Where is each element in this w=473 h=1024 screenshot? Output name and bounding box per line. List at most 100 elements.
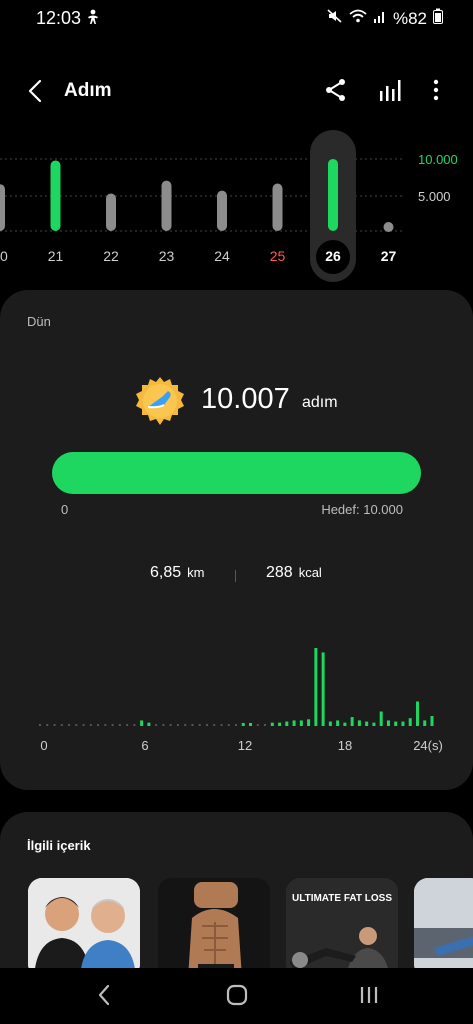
hourly-empty-dot [104, 724, 107, 726]
week-bar-25[interactable] [272, 183, 283, 231]
fitness-model-image [158, 878, 270, 978]
hourly-bar [372, 722, 376, 726]
hourly-steps-chart: 0 6 12 18 24(s) [39, 648, 443, 753]
hourly-empty-dot [235, 724, 237, 726]
calories-stat: 288 kcal [266, 564, 322, 582]
hourly-empty-dot [39, 724, 41, 726]
hourly-bar [423, 720, 427, 726]
distance-unit: km [187, 565, 205, 580]
hourly-empty-dot [198, 724, 201, 726]
status-time: 12:03 [36, 8, 82, 28]
nav-home-button[interactable] [224, 982, 250, 1008]
hourly-empty-dot [184, 724, 187, 726]
hourly-bar [241, 723, 245, 726]
page-title: Adım [64, 80, 112, 101]
hourly-bar [357, 720, 361, 726]
hourly-bar [386, 720, 390, 726]
stats-divider [235, 570, 236, 582]
hourly-bar [321, 652, 325, 726]
week-bar-24[interactable] [217, 190, 227, 231]
hourly-empty-dot [213, 724, 216, 726]
hourly-bar [343, 722, 347, 726]
hourly-tick-label: 18 [338, 738, 352, 753]
hourly-tick-label: 6 [141, 738, 148, 753]
more-options-button[interactable] [424, 76, 448, 104]
week-bar-20[interactable] [0, 184, 5, 231]
week-day-label-22[interactable]: 22 [103, 248, 119, 264]
related-thumbnail-1[interactable] [28, 878, 140, 978]
related-thumbnail-4[interactable] [414, 878, 473, 978]
hourly-tick-label: 12 [238, 738, 252, 753]
hourly-empty-dot [46, 724, 49, 726]
chevron-left-icon [28, 79, 42, 103]
battery-icon [433, 8, 443, 29]
signal-icon [373, 8, 387, 29]
back-button[interactable] [22, 76, 52, 106]
hourly-bar [336, 720, 340, 726]
thumbnail-3-caption: ULTIMATE FAT LOSS [292, 893, 392, 904]
hourly-bar [147, 722, 151, 726]
system-nav-bar [0, 968, 473, 1024]
hourly-empty-dot [53, 724, 56, 726]
weekly-steps-chart: 10.000 5.000 20 21 22 23 24 25 26 27 [0, 130, 458, 282]
week-day-label-25[interactable]: 25 [270, 248, 286, 264]
hourly-empty-dot [256, 724, 259, 726]
week-day-label-23[interactable]: 23 [159, 248, 175, 264]
week-day-label-24[interactable]: 24 [214, 248, 230, 264]
hourly-tick-label: 0 [40, 738, 47, 753]
app-bar: Adım [0, 68, 473, 114]
steps-progress-bar [52, 452, 421, 494]
week-bar-26[interactable] [328, 158, 338, 231]
hourly-bar [365, 721, 369, 726]
week-day-label-21[interactable]: 21 [48, 248, 64, 264]
hourly-empty-dot [97, 724, 100, 726]
living-room-image [414, 878, 473, 978]
related-thumbnail-2[interactable] [158, 878, 270, 978]
goal-label: Hedef: 10.000 [321, 502, 403, 517]
distance-value: 6,85 [150, 564, 182, 581]
week-bar-22[interactable] [106, 193, 116, 231]
mid-axis-label: 5.000 [418, 189, 451, 204]
hourly-empty-dot [68, 724, 71, 726]
stats-button[interactable] [376, 76, 404, 104]
hourly-bar [249, 723, 253, 726]
day-label: Dün [27, 314, 51, 329]
week-bar-23[interactable] [161, 180, 172, 231]
related-title: İlgili içerik [27, 838, 91, 853]
week-day-label-27[interactable]: 27 [381, 248, 397, 264]
hourly-bar [394, 721, 398, 726]
week-bar-21[interactable] [50, 160, 61, 231]
hourly-empty-dot [176, 724, 179, 726]
accessibility-icon [86, 9, 100, 30]
hourly-empty-dot [60, 724, 63, 726]
hourly-bar [401, 721, 405, 726]
nav-recents-icon [360, 987, 378, 1003]
summary-card: Dün 10.007 adım 0 Hedef: 10.000 6,85 km 2… [0, 290, 473, 790]
hourly-empty-dot [126, 724, 129, 726]
hourly-empty-dot [264, 724, 267, 726]
hourly-bar [140, 720, 144, 726]
status-bar: 12:03 %82 [0, 0, 473, 36]
hourly-empty-dot [111, 724, 114, 726]
two-trainers-image [28, 878, 140, 978]
nav-back-button[interactable] [92, 982, 118, 1008]
week-bar-27[interactable] [383, 222, 394, 232]
hourly-bar [350, 717, 354, 726]
status-icons: %82 [327, 8, 443, 29]
nav-recents-button[interactable] [356, 982, 382, 1008]
hourly-bar [278, 722, 282, 726]
related-thumbnail-3[interactable]: ULTIMATE FAT LOSS [286, 878, 398, 978]
week-day-label-26[interactable]: 26 [325, 248, 341, 264]
week-day-label-20[interactable]: 20 [0, 248, 8, 264]
hourly-empty-dot [155, 724, 158, 726]
steps-progress-fill [52, 452, 421, 494]
hourly-bar [299, 720, 303, 726]
share-icon [326, 79, 345, 101]
share-button[interactable] [322, 76, 350, 104]
hourly-bar [430, 715, 434, 726]
battery-percent: %82 [392, 8, 427, 28]
mute-icon [327, 8, 343, 29]
hourly-empty-dot [191, 724, 194, 726]
hourly-bar [379, 711, 383, 726]
steps-value: 10.007 [201, 383, 290, 415]
